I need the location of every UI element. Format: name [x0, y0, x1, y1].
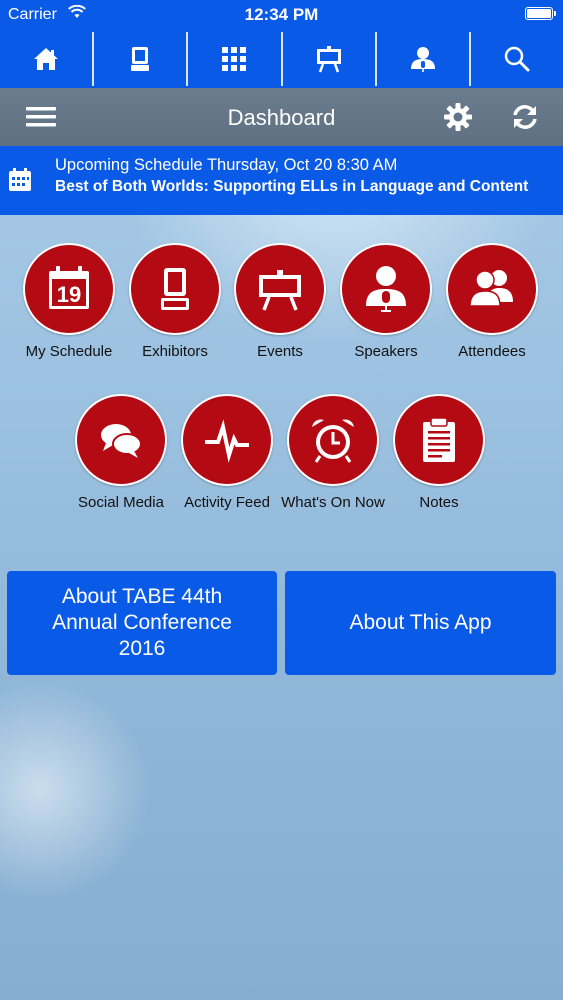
presentation-easel-icon: [316, 46, 341, 73]
tile-speakers[interactable]: Speakers: [331, 243, 441, 360]
booth-icon: [131, 47, 150, 71]
nav-floor-plan-button[interactable]: [188, 32, 283, 86]
tile-notes[interactable]: Notes: [384, 394, 494, 511]
status-bar: Carrier 12:34 PM: [0, 0, 563, 30]
tile-activity-feed[interactable]: Activity Feed: [172, 394, 282, 511]
chat-bubbles-icon: [101, 424, 142, 458]
tile-label: Speakers: [354, 343, 418, 360]
speaker-icon: [366, 266, 406, 312]
status-time: 12:34 PM: [244, 5, 319, 24]
calendar-icon: [9, 168, 31, 191]
booth-icon: [161, 268, 189, 310]
nav-exhibitors-button[interactable]: [94, 32, 189, 86]
people-icon: [469, 270, 513, 307]
tile-label: Activity Feed: [184, 494, 270, 511]
refresh-icon[interactable]: [510, 102, 540, 132]
tile-my-schedule[interactable]: 19 My Schedule: [14, 243, 124, 360]
dashboard-header: Dashboard: [0, 88, 563, 146]
tile-label: Social Media: [78, 494, 164, 511]
home-icon: [34, 48, 59, 70]
tile-events[interactable]: Events: [225, 243, 335, 360]
about-conference-label: About TABE 44th Annual Conference 2016: [52, 585, 232, 660]
nav-speakers-button[interactable]: [377, 32, 471, 86]
calendar-day-number: 19: [57, 282, 81, 307]
tile-label: What's On Now: [281, 494, 385, 511]
top-nav: [0, 30, 563, 88]
calendar-icon: 19: [49, 266, 89, 309]
page-title: Dashboard: [227, 105, 336, 130]
nav-events-button[interactable]: [283, 32, 377, 86]
tile-label: Notes: [419, 494, 459, 511]
alarm-clock-icon: [312, 419, 354, 463]
tile-label: Attendees: [458, 343, 526, 360]
nav-search-button[interactable]: [471, 32, 563, 86]
tile-attendees[interactable]: Attendees: [437, 243, 547, 360]
about-conference-button[interactable]: About TABE 44th Annual Conference 2016: [7, 571, 277, 675]
tile-social-media[interactable]: Social Media: [66, 394, 176, 511]
tile-label: Events: [257, 343, 303, 360]
floor-plan-icon: [222, 47, 247, 71]
tile-label: Exhibitors: [142, 343, 208, 360]
search-icon: [504, 46, 530, 72]
about-app-label: About This App: [349, 611, 492, 634]
speaker-icon: [410, 47, 435, 72]
upcoming-schedule-banner[interactable]: Upcoming Schedule Thursday, Oct 20 8:30 …: [0, 146, 563, 215]
upcoming-schedule-datetime: Upcoming Schedule Thursday, Oct 20 8:30 …: [55, 156, 398, 174]
tile-exhibitors[interactable]: Exhibitors: [120, 243, 230, 360]
pulse-icon: [205, 419, 249, 463]
upcoming-session-title: Best of Both Worlds: Supporting ELLs in …: [55, 178, 529, 195]
presentation-easel-icon: [259, 270, 301, 311]
battery-icon: [525, 7, 556, 20]
tile-whats-on-now[interactable]: What's On Now: [278, 394, 388, 511]
tile-label: My Schedule: [25, 343, 113, 360]
nav-home-button[interactable]: [0, 32, 95, 86]
gear-icon[interactable]: [443, 102, 473, 132]
clipboard-icon: [423, 417, 455, 462]
about-app-button[interactable]: About This App: [285, 571, 556, 675]
